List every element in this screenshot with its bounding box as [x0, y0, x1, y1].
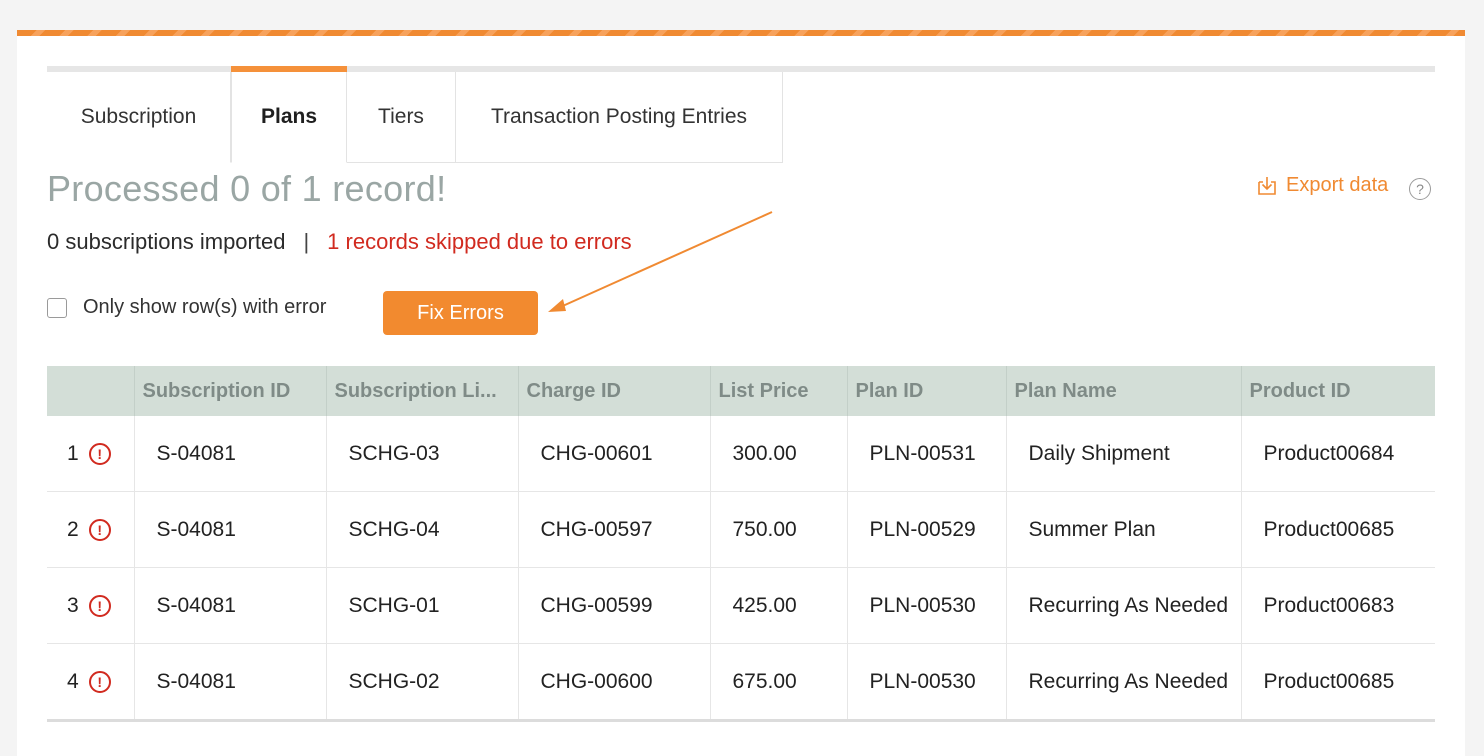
cell-product-id: Product00684: [1241, 416, 1435, 492]
cell-charge-id: CHG-00597: [518, 491, 711, 568]
export-data-label: Export data: [1286, 174, 1389, 196]
import-summary: 0 subscriptions imported | 1 records ski…: [47, 229, 632, 255]
cell-subscription-id: S-04081: [134, 567, 327, 644]
column-header-subscription-line[interactable]: Subscription Li...: [326, 366, 519, 416]
row-index-cell: 3!: [47, 567, 135, 644]
cell-product-id: Product00685: [1241, 643, 1435, 721]
skipped-count: 1 records skipped due to errors: [327, 229, 632, 254]
column-header-charge-id[interactable]: Charge ID: [518, 366, 711, 416]
error-icon[interactable]: !: [88, 594, 111, 617]
cell-product-id: Product00683: [1241, 567, 1435, 644]
cell-list-price: 425.00: [710, 567, 848, 644]
cell-plan-name: Summer Plan: [1006, 491, 1242, 568]
cell-plan-name: Recurring As Needed: [1006, 567, 1242, 644]
cell-subscription-line: SCHG-02: [326, 643, 519, 721]
row-number: 2: [67, 517, 79, 541]
cell-subscription-id: S-04081: [134, 416, 327, 492]
cell-subscription-line: SCHG-03: [326, 416, 519, 492]
tab-tiers[interactable]: Tiers: [347, 72, 456, 163]
cell-list-price: 300.00: [710, 416, 848, 492]
error-icon[interactable]: !: [88, 670, 111, 693]
cell-plan-name: Recurring As Needed: [1006, 643, 1242, 721]
row-number: 1: [67, 441, 79, 465]
plans-table: Subscription ID Subscription Li... Charg…: [47, 366, 1435, 722]
row-number: 3: [67, 593, 79, 617]
row-number: 4: [67, 669, 79, 693]
column-header-list-price[interactable]: List Price: [710, 366, 848, 416]
error-filter: Only show row(s) with error: [47, 296, 326, 319]
page-title: Processed 0 of 1 record!: [47, 168, 447, 209]
table-row[interactable]: 3! S-04081 SCHG-01 CHG-00599 425.00 PLN-…: [47, 567, 1435, 644]
cell-subscription-line: SCHG-04: [326, 491, 519, 568]
error-icon[interactable]: !: [88, 442, 111, 465]
cell-plan-id: PLN-00530: [847, 567, 1007, 644]
only-errors-label[interactable]: Only show row(s) with error: [83, 296, 326, 319]
cell-subscription-id: S-04081: [134, 643, 327, 721]
cell-subscription-id: S-04081: [134, 491, 327, 568]
cell-charge-id: CHG-00601: [518, 416, 711, 492]
row-index-cell: 2!: [47, 491, 135, 568]
column-header-subscription-id[interactable]: Subscription ID: [134, 366, 327, 416]
cell-plan-name: Daily Shipment: [1006, 416, 1242, 492]
export-data-link[interactable]: Export data: [1256, 174, 1388, 197]
cell-plan-id: PLN-00529: [847, 491, 1007, 568]
column-header-plan-id[interactable]: Plan ID: [847, 366, 1007, 416]
table-row[interactable]: 1! S-04081 SCHG-03 CHG-00601 300.00 PLN-…: [47, 416, 1435, 492]
row-index-cell: 1!: [47, 416, 135, 492]
fix-errors-button[interactable]: Fix Errors: [383, 291, 538, 335]
cell-list-price: 675.00: [710, 643, 848, 721]
cell-charge-id: CHG-00599: [518, 567, 711, 644]
row-index-cell: 4!: [47, 643, 135, 721]
column-header-index: [47, 366, 135, 416]
download-icon: [1258, 176, 1276, 195]
table-row[interactable]: 2! S-04081 SCHG-04 CHG-00597 750.00 PLN-…: [47, 491, 1435, 568]
cell-product-id: Product00685: [1241, 491, 1435, 568]
tab-transaction-posting-entries[interactable]: Transaction Posting Entries: [456, 72, 783, 163]
column-header-plan-name[interactable]: Plan Name: [1006, 366, 1242, 416]
tab-plans[interactable]: Plans: [231, 66, 347, 163]
cell-charge-id: CHG-00600: [518, 643, 711, 721]
cell-subscription-line: SCHG-01: [326, 567, 519, 644]
cell-list-price: 750.00: [710, 491, 848, 568]
summary-separator: |: [303, 229, 310, 254]
error-icon[interactable]: !: [88, 518, 111, 541]
tab-bar: Subscription Plans Tiers Transaction Pos…: [47, 66, 783, 163]
help-icon[interactable]: ?: [1409, 178, 1431, 200]
card-accent-stripe: [17, 30, 1465, 36]
column-header-product-id[interactable]: Product ID: [1241, 366, 1435, 416]
cell-plan-id: PLN-00530: [847, 643, 1007, 721]
table-row[interactable]: 4! S-04081 SCHG-02 CHG-00600 675.00 PLN-…: [47, 643, 1435, 721]
table-header-row: Subscription ID Subscription Li... Charg…: [47, 366, 1435, 416]
imported-count: 0 subscriptions imported: [47, 229, 286, 254]
tab-subscription[interactable]: Subscription: [47, 72, 231, 163]
cell-plan-id: PLN-00531: [847, 416, 1007, 492]
only-errors-checkbox[interactable]: [47, 297, 67, 318]
